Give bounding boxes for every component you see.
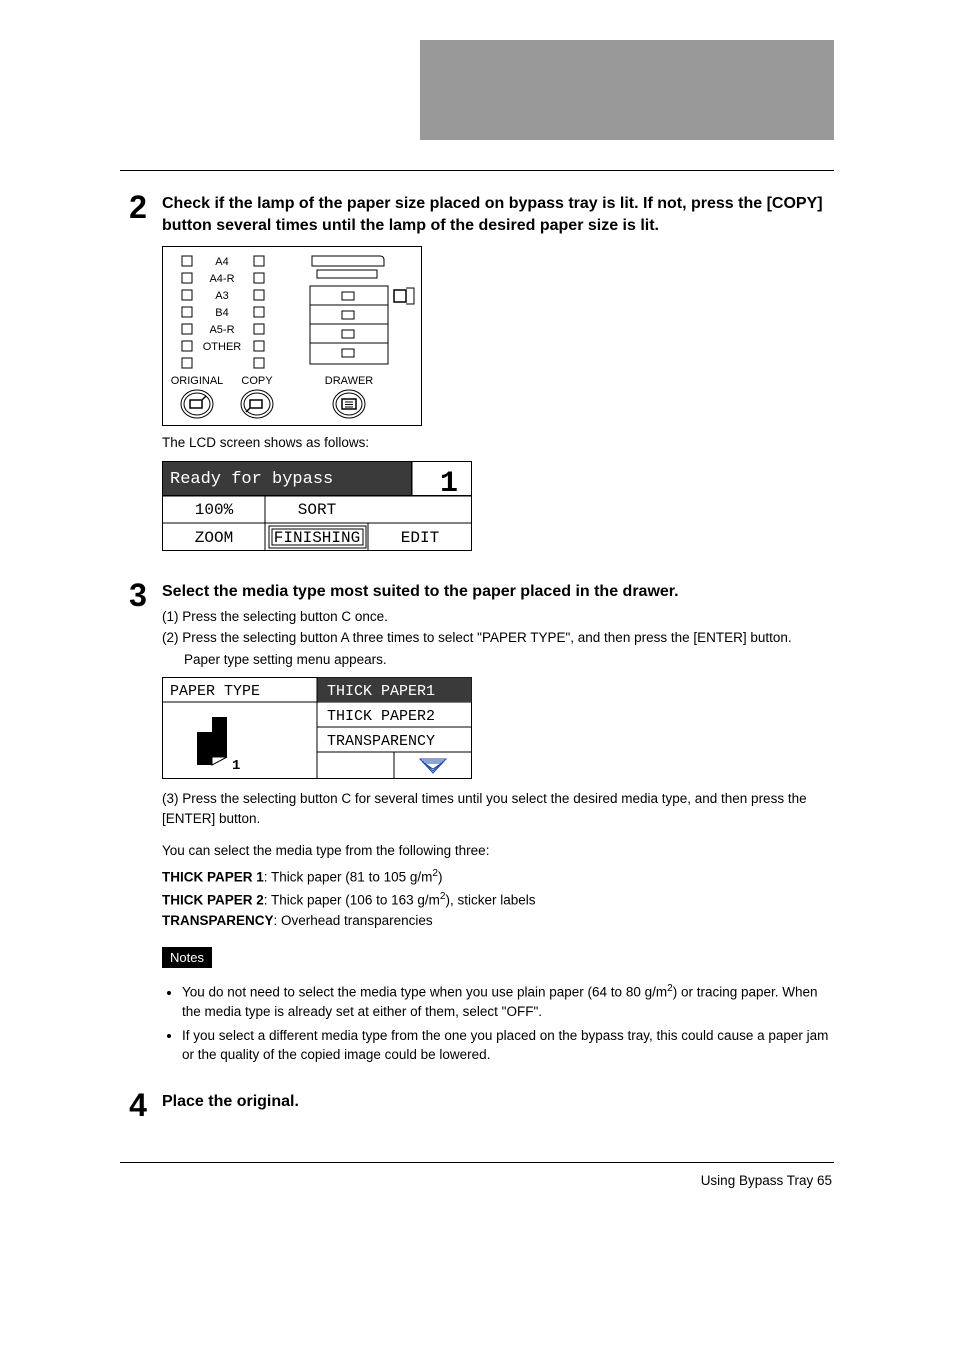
- svg-text:A3: A3: [215, 290, 228, 302]
- svg-text:A4-R: A4-R: [209, 273, 234, 285]
- svg-text:B4: B4: [215, 307, 228, 319]
- note-2: If you select a different media type fro…: [182, 1026, 834, 1065]
- step-4-number: 4: [120, 1089, 156, 1121]
- transparency-line: TRANSPARENCY: Overhead transparencies: [162, 912, 834, 931]
- svg-text:ORIGINAL: ORIGINAL: [171, 375, 224, 387]
- thick-paper-1-line: THICK PAPER 1: Thick paper (81 to 105 g/…: [162, 867, 834, 887]
- step-3-sub2-text: (2) Press the selecting button A three t…: [162, 630, 792, 645]
- lcd-screen-2: PAPER TYPE THICK PAPER1 THICK PAPER2 TRA…: [162, 677, 834, 779]
- control-panel-diagram: A4 A4-R A3 B4 A5-R: [162, 246, 834, 426]
- svg-text:SORT: SORT: [298, 501, 336, 519]
- svg-text:Ready for bypass: Ready for bypass: [170, 470, 333, 489]
- lcd-intro-text: The LCD screen shows as follows:: [162, 434, 834, 453]
- media-type-intro: You can select the media type from the f…: [162, 842, 834, 861]
- step-3-sub2b: Paper type setting menu appears.: [162, 650, 834, 670]
- svg-text:PAPER TYPE: PAPER TYPE: [170, 683, 260, 700]
- footer-rule: [120, 1162, 834, 1163]
- lcd-screen-1: Ready for bypass 1 100% SORT ZOOM EDIT: [162, 461, 834, 551]
- transparency-label: TRANSPARENCY: [162, 913, 274, 928]
- step-4: 4 Place the original.: [120, 1089, 834, 1123]
- page-footer: Using Bypass Tray 65: [120, 1173, 834, 1188]
- svg-text:EDIT: EDIT: [401, 529, 439, 547]
- svg-text:A5-R: A5-R: [209, 324, 234, 336]
- svg-text:FINISHING: FINISHING: [274, 529, 360, 547]
- svg-text:TRANSPARENCY: TRANSPARENCY: [327, 733, 435, 750]
- step-3: 3 Select the media type most suited to t…: [120, 579, 834, 1069]
- step-3-number: 3: [120, 579, 156, 611]
- thick-paper-1-label: THICK PAPER 1: [162, 870, 264, 885]
- note-1a: You do not need to select the media type…: [182, 985, 667, 1000]
- svg-text:1: 1: [232, 758, 240, 774]
- notes-list: You do not need to select the media type…: [162, 982, 834, 1065]
- top-rule: [120, 170, 834, 171]
- thick-paper-2-line: THICK PAPER 2: Thick paper (106 to 163 g…: [162, 890, 834, 910]
- step-3-sub3-text: (3) Press the selecting button C for sev…: [162, 791, 807, 826]
- step-3-sub3: (3) Press the selecting button C for sev…: [162, 789, 834, 828]
- thick-paper-1-end: ): [438, 870, 443, 885]
- step-3-sub2: (2) Press the selecting button A three t…: [162, 628, 834, 648]
- svg-text:THICK PAPER1: THICK PAPER1: [327, 683, 435, 700]
- svg-text:A4: A4: [215, 256, 228, 268]
- thick-paper-2-label: THICK PAPER 2: [162, 892, 264, 907]
- step-3-sub1: (1) Press the selecting button C once.: [162, 607, 834, 627]
- note-1: You do not need to select the media type…: [182, 982, 834, 1022]
- step-3-heading: Select the media type most suited to the…: [162, 581, 834, 603]
- svg-text:100%: 100%: [195, 501, 234, 519]
- transparency-rest: : Overhead transparencies: [274, 913, 433, 928]
- svg-text:ZOOM: ZOOM: [195, 529, 233, 547]
- header-banner: [420, 40, 834, 140]
- svg-text:OTHER: OTHER: [203, 341, 242, 353]
- step-2: 2 Check if the lamp of the paper size pl…: [120, 191, 834, 559]
- svg-text:COPY: COPY: [241, 375, 273, 387]
- step-4-heading: Place the original.: [162, 1091, 834, 1113]
- thick-paper-2-end: ), sticker labels: [446, 892, 536, 907]
- notes-label: Notes: [162, 947, 212, 968]
- thick-paper-1-rest: : Thick paper (81 to 105 g/m: [264, 870, 433, 885]
- step-2-number: 2: [120, 191, 156, 223]
- svg-text:THICK PAPER2: THICK PAPER2: [327, 708, 435, 725]
- svg-text:DRAWER: DRAWER: [325, 375, 374, 387]
- step-2-heading: Check if the lamp of the paper size plac…: [162, 193, 834, 236]
- thick-paper-2-rest: : Thick paper (106 to 163 g/m: [264, 892, 440, 907]
